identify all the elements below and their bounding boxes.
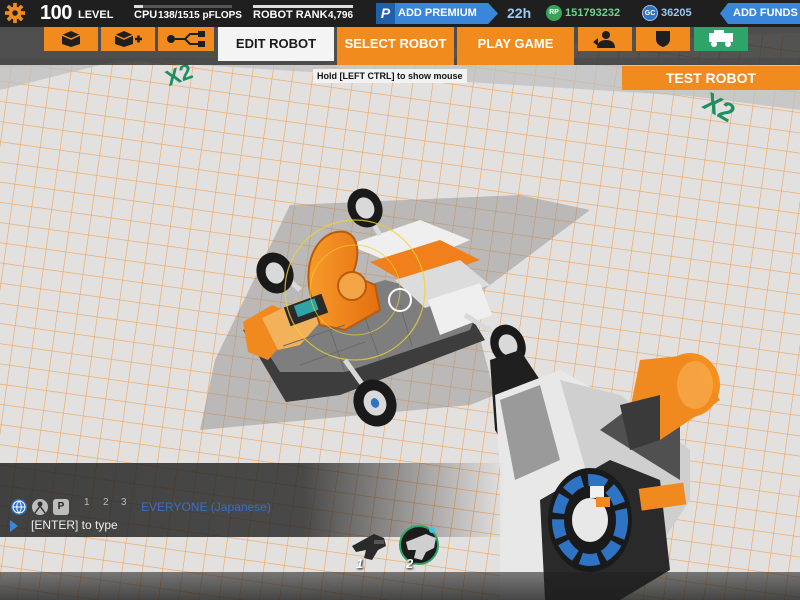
cube-button[interactable]: [44, 27, 98, 51]
smg-weapon-icon[interactable]: [348, 524, 390, 566]
robits-icon: RP: [546, 5, 562, 21]
garage-button[interactable]: [694, 27, 748, 51]
clan-button[interactable]: [636, 27, 690, 51]
tab-play-game[interactable]: PLAY GAME: [457, 27, 574, 65]
users-button[interactable]: [578, 27, 632, 51]
premium-icon: P: [376, 3, 395, 24]
mode-toolbar: EDIT ROBOT SELECT ROBOT PLAY GAME: [0, 27, 800, 65]
robot-rank-value: 4,796: [328, 10, 354, 21]
cube-icon: [61, 31, 81, 47]
premium-timer: 22h: [507, 5, 532, 21]
chat-tab-2[interactable]: 2: [103, 497, 109, 508]
bottom-bar: [0, 572, 800, 600]
tab-edit-robot[interactable]: EDIT ROBOT: [218, 27, 334, 61]
controls-tip: Hold [LEFT CTRL] to show mouse: [313, 69, 467, 83]
tab-select-robot[interactable]: SELECT ROBOT: [337, 27, 454, 65]
hotbar-slot-1-number: 1: [356, 556, 364, 571]
top-status-bar: 100 LEVEL CPU 138/1515 pFLOPS ROBOT RANK…: [0, 0, 800, 27]
galaxy-coins-icon: GC: [642, 5, 658, 21]
cpu-value: 138/1515 pFLOPS: [158, 10, 242, 21]
add-premium-label: ADD PREMIUM: [398, 7, 477, 19]
galaxy-coins-value: 36205: [661, 7, 692, 19]
level-value: 100: [40, 2, 72, 24]
cube-plus-button[interactable]: [101, 27, 155, 51]
blaster-weapon-icon[interactable]: [398, 524, 440, 566]
cpu-bar: [134, 5, 232, 8]
chat-tab-1[interactable]: 1: [84, 497, 90, 508]
test-robot-button[interactable]: TEST ROBOT: [622, 66, 800, 90]
level-label: LEVEL: [78, 9, 114, 21]
robot-rank-label: ROBOT RANK: [253, 9, 328, 21]
chat-prompt: [ENTER] to type: [31, 518, 118, 532]
tab-edit-robot-label: EDIT ROBOT: [235, 36, 317, 51]
cube-plus-icon: [114, 31, 142, 47]
shield-icon: [656, 31, 670, 47]
cpu-label: CPU: [134, 9, 158, 21]
garage-icon: [709, 30, 733, 47]
rank-bar: [253, 5, 353, 8]
tab-play-game-label: PLAY GAME: [477, 36, 554, 51]
settings-gear-icon[interactable]: [4, 2, 26, 24]
party-chat-icon[interactable]: [32, 499, 48, 515]
add-premium-button[interactable]: P ADD PREMIUM: [376, 3, 498, 24]
users-icon: [593, 31, 615, 48]
globe-icon[interactable]: [11, 499, 27, 515]
chat-tab-3[interactable]: 3: [121, 497, 127, 508]
private-chat-icon[interactable]: P: [53, 499, 69, 515]
add-funds-button[interactable]: ADD FUNDS: [720, 3, 800, 24]
test-robot-label: TEST ROBOT: [665, 70, 757, 86]
chat-arrow-icon: [10, 520, 18, 532]
hotbar-slot-2-number: 2: [406, 556, 414, 571]
connector-button[interactable]: [158, 27, 214, 51]
add-funds-label: ADD FUNDS: [733, 7, 798, 19]
chat-channel-label: EVERYONE (Japanese): [141, 500, 271, 514]
connector-icon: [167, 31, 205, 47]
robits-value: 151793232: [565, 7, 621, 19]
tab-select-robot-label: SELECT ROBOT: [344, 36, 447, 51]
